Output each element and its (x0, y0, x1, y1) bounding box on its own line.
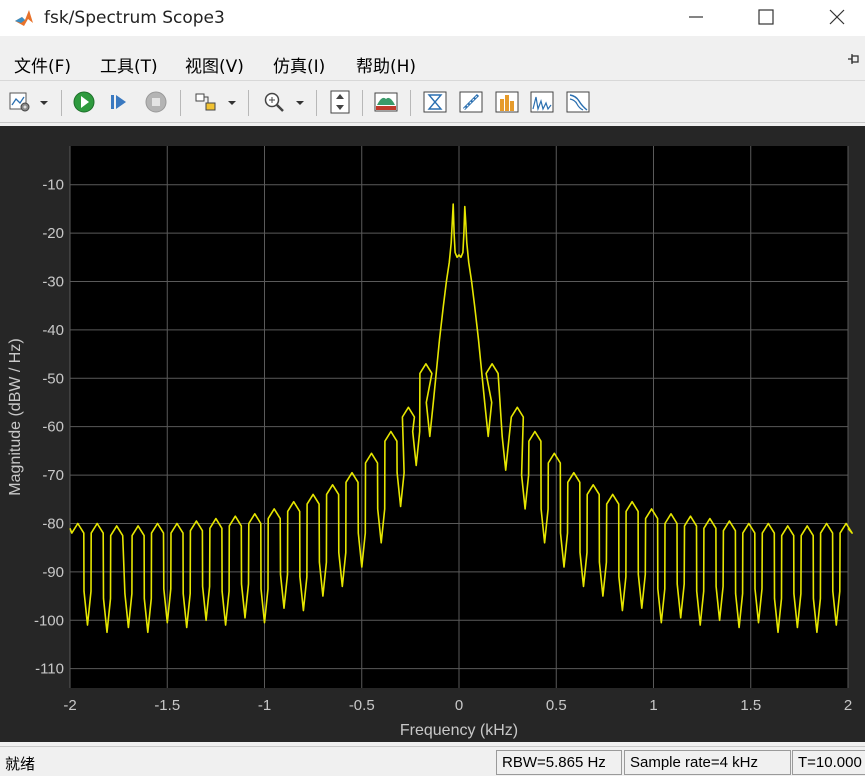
toolbar-separator (362, 90, 363, 116)
ccdf-icon (566, 91, 590, 113)
scope-settings-button[interactable] (8, 89, 32, 115)
close-icon (829, 9, 845, 25)
status-bar: 就绪 RBW=5.865 Hz Sample rate=4 kHz T=10.0… (0, 746, 865, 776)
distortion-icon (530, 91, 554, 113)
x-tick-label: 0 (455, 697, 463, 714)
y-tick-label: -90 (42, 564, 64, 581)
x-axis-label: Frequency (kHz) (400, 722, 518, 739)
step-forward-icon (111, 95, 126, 109)
signal-statistics-icon (459, 91, 483, 113)
x-tick-label: -1.5 (154, 697, 180, 714)
status-ready-text: 就绪 (5, 755, 36, 773)
spectrum-settings-button[interactable] (374, 89, 398, 115)
zoom-button[interactable] (262, 89, 286, 115)
x-tick-label: -1 (258, 697, 271, 714)
run-button[interactable] (72, 89, 96, 115)
status-sample-rate: Sample rate=4 kHz (624, 750, 791, 775)
minimize-icon (689, 16, 703, 18)
plot-area: -2 -1.5 -1 -0.5 0 0.5 1 1.5 2 -10 -20 -30 -40 -50 -60 -… (0, 126, 865, 742)
cursor-measurements-icon (423, 91, 447, 113)
scope-settings-icon (9, 92, 30, 112)
y-tick-label: -110 (35, 661, 64, 678)
autoscale-icon (330, 90, 350, 114)
distortion-measurements-button[interactable] (530, 89, 554, 115)
matlab-logo-icon (15, 10, 33, 26)
ccdf-measurements-button[interactable] (566, 89, 590, 115)
menu-help[interactable]: 帮助(H) (356, 52, 416, 77)
spectrum-chart: -2 -1.5 -1 -0.5 0 0.5 1 1.5 2 -10 -20 -30 -40 -50 -60 -… (7, 146, 853, 739)
y-tick-label: -50 (42, 370, 64, 387)
status-rbw: RBW=5.865 Hz (496, 750, 622, 775)
toolbar (0, 84, 865, 123)
toolbar-separator (180, 90, 181, 116)
minimize-button[interactable] (673, 0, 719, 36)
maximize-button[interactable] (743, 0, 789, 36)
x-tick-label: 2 (844, 697, 852, 714)
scope-settings-dropdown[interactable] (38, 89, 50, 115)
y-axis-label: Magnitude (dBW / Hz) (7, 338, 24, 495)
stop-icon (145, 91, 167, 113)
highlight-block-button[interactable] (194, 89, 218, 115)
spectrum-settings-icon (374, 92, 398, 112)
y-tick-label: -20 (42, 225, 64, 242)
menu-file[interactable]: 文件(F) (14, 52, 71, 77)
zoom-dropdown[interactable] (294, 89, 306, 115)
y-tick-label: -30 (42, 274, 64, 291)
y-tick-label: -10 (42, 177, 64, 194)
window-title: fsk/Spectrum Scope3 (44, 8, 225, 28)
menu-simulation[interactable]: 仿真(I) (273, 52, 325, 77)
peak-finder-button[interactable] (495, 89, 519, 115)
menu-view[interactable]: 视图(V) (185, 52, 244, 77)
title-bar: fsk/Spectrum Scope3 (0, 0, 865, 36)
close-button[interactable] (815, 0, 861, 36)
x-tick-label: 1.5 (740, 697, 761, 714)
x-tick-label: -0.5 (349, 697, 375, 714)
y-tick-label: -60 (42, 419, 64, 436)
dropdown-arrow-icon (296, 101, 304, 105)
toolbar-separator (248, 90, 249, 116)
stop-button[interactable] (144, 89, 168, 115)
menu-bar: 文件(F) 工具(T) 视图(V) 仿真(I) 帮助(H) (0, 44, 865, 81)
cursor-measurements-button[interactable] (423, 89, 447, 115)
highlight-dropdown[interactable] (226, 89, 238, 115)
toolbar-separator (316, 90, 317, 116)
autoscale-button[interactable] (328, 89, 352, 115)
y-tick-label: -100 (34, 612, 64, 629)
highlight-block-icon (195, 93, 216, 111)
status-time: T=10.000 (792, 750, 865, 775)
y-tick-label: -80 (42, 515, 64, 532)
signal-statistics-button[interactable] (459, 89, 483, 115)
run-icon (73, 91, 95, 113)
x-tick-label: 1 (649, 697, 657, 714)
zoom-icon (264, 92, 284, 112)
dropdown-arrow-icon (40, 101, 48, 105)
step-forward-button[interactable] (108, 89, 132, 115)
y-tick-label: -70 (42, 467, 64, 484)
peak-finder-icon (495, 91, 519, 113)
y-tick-label: -40 (42, 322, 64, 339)
menu-tools[interactable]: 工具(T) (100, 52, 158, 77)
x-tick-label: 0.5 (546, 697, 567, 714)
toolbar-separator (61, 90, 62, 116)
toolbar-separator (410, 90, 411, 116)
pin-icon[interactable] (847, 52, 861, 66)
maximize-icon (758, 9, 774, 25)
dropdown-arrow-icon (228, 101, 236, 105)
x-tick-label: -2 (63, 697, 76, 714)
